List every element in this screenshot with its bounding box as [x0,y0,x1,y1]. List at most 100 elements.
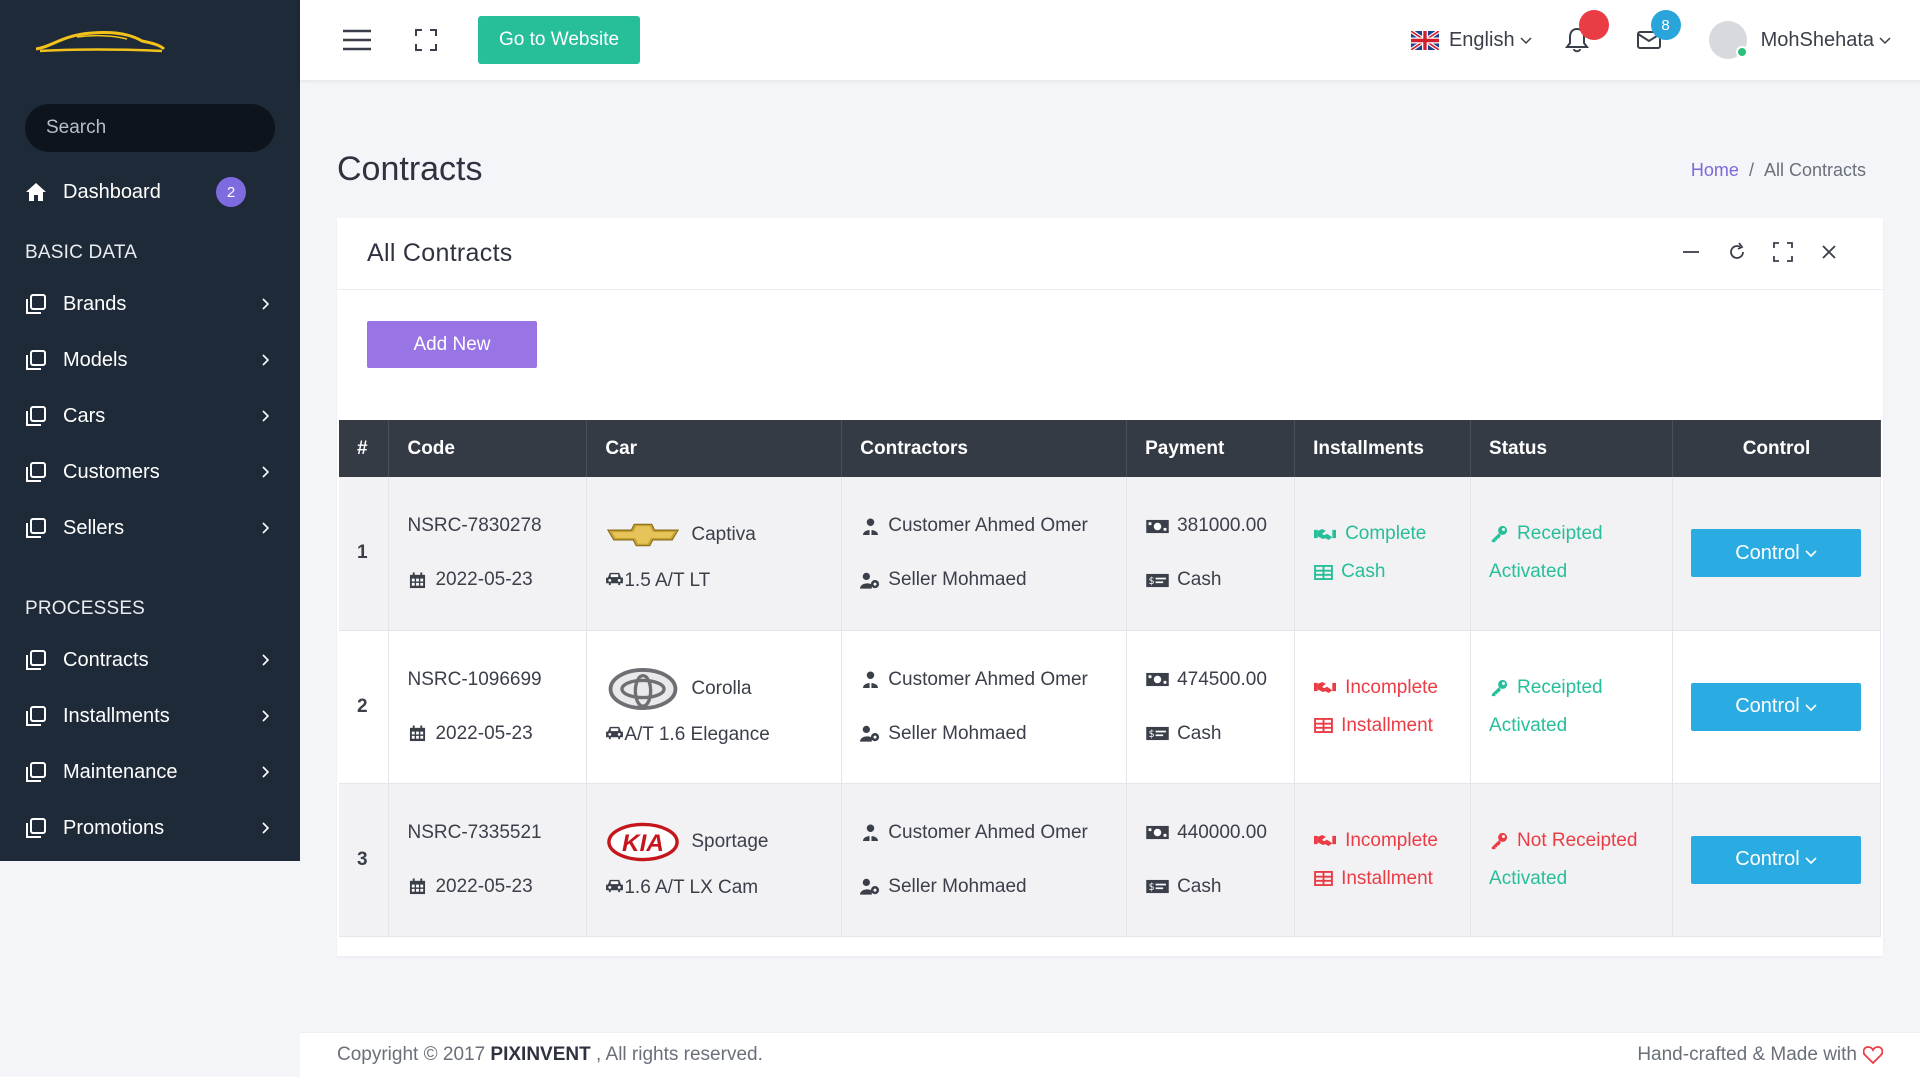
sidebar-item-dashboard[interactable]: Dashboard 2 [0,164,300,220]
cell-contractors: Customer Ahmed Omer Seller Mohmaed [841,477,1128,631]
cell-contractors: Customer Ahmed Omer Seller Mohmaed [841,630,1128,784]
notifications-button[interactable]: 5 [1561,10,1609,56]
contract-code: NSRC-7830278 [407,515,542,537]
sidebar-search[interactable] [25,104,275,152]
toyota-logo-icon [605,667,681,710]
reload-icon[interactable] [1725,240,1749,264]
customer-name: Customer Ahmed Omer [888,515,1088,537]
chevron-right-icon [262,298,270,310]
chevron-right-icon [262,522,270,534]
car-logo-icon [35,31,166,53]
column-header-car[interactable]: Car [586,420,843,477]
sidebar-item-installments[interactable]: Installments [0,688,300,744]
sidebar-item-maintenance[interactable]: Maintenance [0,744,300,800]
money-bill-icon [1145,670,1169,690]
section-title-processes: PROCESSES [25,598,146,619]
messages-badge: 8 [1650,10,1681,40]
column-header-contractors[interactable]: Contractors [841,420,1128,477]
sidebar-item-customers[interactable]: Customers [0,444,300,500]
expand-icon[interactable] [1771,240,1795,264]
cell-installments: Incomplete Installment [1294,630,1472,784]
copyright-suffix: , All rights reserved. [596,1044,763,1065]
receipt-status: Receipted [1517,523,1603,545]
go-to-website-button[interactable]: Go to Website [478,16,641,64]
table-row: 3 NSRC-7335521 2022-05-23 KIA Sportage 1.6 A/… [339,783,1882,937]
breadcrumb-home-link[interactable]: Home [1691,160,1739,181]
sidebar-item-sellers[interactable]: Sellers [0,500,300,556]
footer: Copyright © 2017 PIXINVENT , All rights … [300,1032,1920,1077]
language-selector[interactable]: English [1410,29,1533,52]
seller-name: Seller Mohmaed [888,722,1027,744]
sidebar-item-brands[interactable]: Brands [0,276,300,332]
table-icon [1313,716,1333,736]
home-icon [25,181,47,203]
chevron-down-icon [1805,550,1817,558]
cell-control: Control [1672,477,1882,631]
cell-installments: Complete Cash [1294,477,1472,631]
close-icon[interactable] [1817,240,1841,264]
copy-icon [25,761,47,783]
sidebar-item-contracts[interactable]: Contracts [0,632,300,688]
sidebar: Dashboard 2 BASIC DATA Brands Models Car… [0,0,300,861]
topbar-right: English 5 8 MohShehata [1410,0,1920,80]
company-name[interactable]: PIXINVENT [490,1044,590,1065]
add-new-button[interactable]: Add New [367,321,537,368]
copy-icon [25,517,47,539]
topbar: Go to Website English 5 8 MohShehata [300,0,1920,80]
control-dropdown-button[interactable]: Control [1691,529,1862,578]
cell-code: NSRC-7335521 2022-05-23 [388,783,588,937]
table-row: 1 NSRC-7830278 2022-05-23 Captiva 1.5 A/T LT… [339,477,1882,631]
table-row: 2 NSRC-1096699 2022-05-23 Corolla A/T 1.6 El… [339,630,1882,784]
cell-contractors: Customer Ahmed Omer Seller Mohmaed [841,783,1128,937]
sidebar-item-label: Contracts [63,648,149,671]
username: MohShehata [1760,28,1874,51]
control-label: Control [1735,848,1800,870]
contract-date: 2022-05-23 [435,875,533,897]
cash-icon: $ [1145,570,1169,590]
column-header-code[interactable]: Code [388,420,588,477]
kia-logo-icon: KIA [605,821,681,863]
search-input[interactable] [46,117,275,139]
column-header-installments[interactable]: Installments [1294,420,1472,477]
minimize-icon[interactable] [1679,240,1703,264]
fullscreen-icon[interactable] [414,28,438,52]
control-label: Control [1735,695,1800,717]
sidebar-item-cars[interactable]: Cars [0,388,300,444]
chevron-down-icon [1805,703,1817,711]
uk-flag-icon [1410,30,1439,50]
column-header-number[interactable]: # [339,420,390,477]
cell-status: Not Receipted Activated [1470,783,1673,937]
menu-icon[interactable] [342,28,372,52]
control-dropdown-button[interactable]: Control [1691,835,1862,884]
column-header-control[interactable]: Control [1672,420,1882,477]
copy-icon [25,293,47,315]
sidebar-item-label: Maintenance [63,760,178,783]
chevron-down-icon [1805,856,1817,864]
cell-installments: Incomplete Installment [1294,783,1472,937]
column-header-status[interactable]: Status [1470,420,1673,477]
cash-icon: $ [1145,877,1169,897]
table-icon [1313,562,1333,582]
sidebar-item-promotions[interactable]: Promotions [0,800,300,856]
control-dropdown-button[interactable]: Control [1691,682,1862,731]
contract-code: NSRC-1096699 [407,668,542,690]
car-variant: 1.6 A/T LX Cam [624,876,759,898]
sidebar-item-models[interactable]: Models [0,332,300,388]
car-icon [605,570,624,592]
chevron-right-icon [262,354,270,366]
calendar-icon [407,877,427,897]
messages-button[interactable]: 8 [1633,10,1681,56]
chevron-right-icon [262,766,270,778]
table-icon [1313,869,1333,889]
user-icon [860,670,880,690]
user-menu[interactable]: MohShehata [1708,21,1892,59]
installment-state: Complete [1345,523,1427,545]
svg-text:$: $ [1148,576,1154,587]
car-model: Captiva [691,524,756,546]
column-header-payment[interactable]: Payment [1126,420,1296,477]
cell-status: Receipted Activated [1470,630,1673,784]
logo[interactable] [0,0,300,82]
sidebar-item-label: Customers [63,460,160,483]
car-icon [605,877,624,899]
card-tools [1679,240,1841,264]
